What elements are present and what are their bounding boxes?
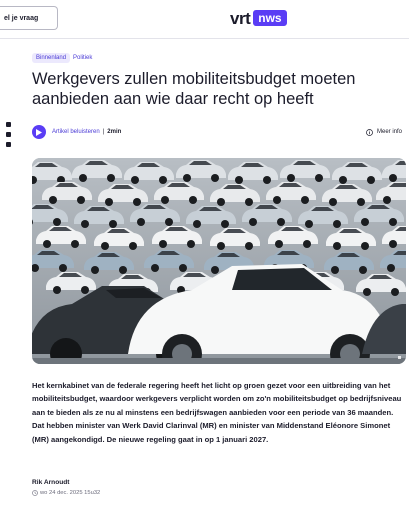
parked-cars-photo <box>32 158 406 364</box>
publish-date-row: wo 24 dec. 2025 15u32 <box>32 490 100 496</box>
vrt-nws-logo[interactable]: vrt nws <box>230 8 287 28</box>
more-info-button[interactable]: Meer info <box>366 128 402 136</box>
article-title: Werkgevers zullen mobiliteitsbudget moet… <box>32 70 356 108</box>
publish-date: wo 24 dec. 2025 15u32 <box>40 490 101 496</box>
author-name[interactable]: Rik Arnoudt <box>32 479 69 486</box>
more-info-label: Meer info <box>376 129 402 135</box>
listen-duration: 2min <box>107 129 122 135</box>
header-divider <box>0 38 409 39</box>
play-icon[interactable] <box>32 125 46 139</box>
article-intro: Het kernkabinet van de federale regering… <box>32 381 402 444</box>
tag-politiek[interactable]: Politiek <box>73 55 92 61</box>
info-icon <box>366 128 373 136</box>
tag-binnenland[interactable]: Binnenland <box>32 53 71 63</box>
listen-row: Artikel beluisteren | 2min Meer info <box>32 124 402 140</box>
side-menu-handle-icon[interactable] <box>6 122 11 147</box>
logo-nws-badge: nws <box>253 10 287 26</box>
clock-icon <box>32 490 38 496</box>
listen-separator: | <box>102 129 105 135</box>
article-tags: Binnenland Politiek <box>32 53 92 63</box>
listen-article-link[interactable]: Artikel beluisteren <box>52 129 100 135</box>
top-bar: el je vraag vrt nws <box>0 0 409 38</box>
logo-vrt-text: vrt <box>230 8 251 28</box>
ask-question-button[interactable]: el je vraag <box>0 6 58 30</box>
hero-image <box>32 158 406 364</box>
